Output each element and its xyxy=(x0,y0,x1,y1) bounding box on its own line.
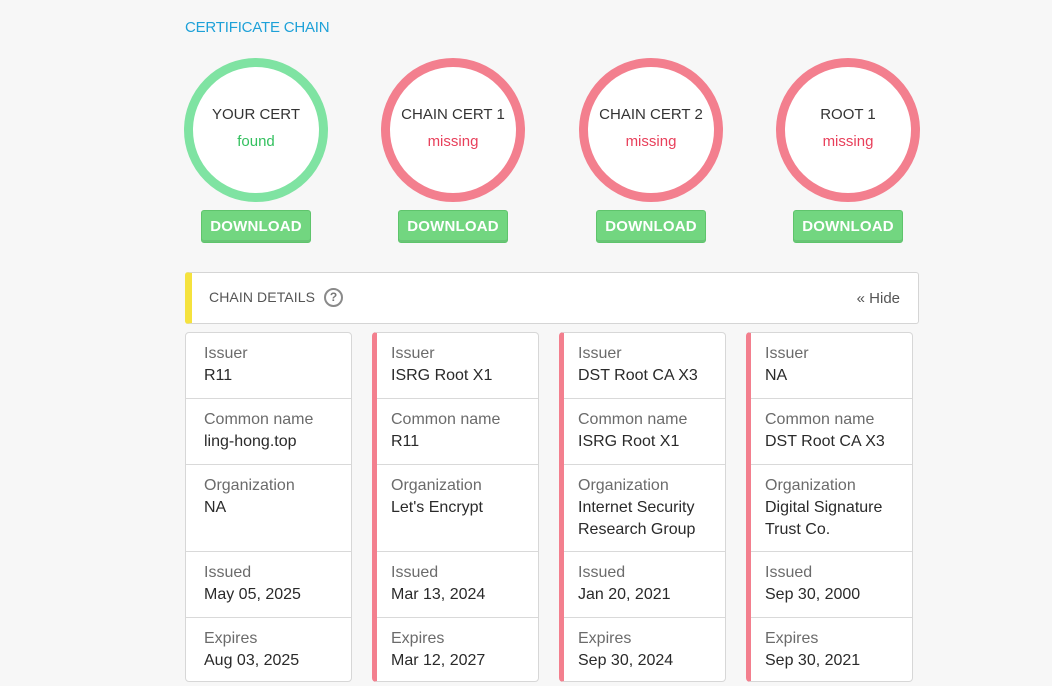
field-value: DST Root CA X3 xyxy=(578,367,698,384)
cert-status-ring: CHAIN CERT 1 missing xyxy=(381,58,525,202)
field-label: Expires xyxy=(391,630,445,647)
field-label: Organization xyxy=(765,477,856,494)
organization-cell: Organization Internet Security Research … xyxy=(564,465,725,552)
hide-details-link[interactable]: « Hide xyxy=(857,290,900,307)
chain-detail-column-chain-cert-2: Issuer DST Root CA X3 Common name ISRG R… xyxy=(559,332,726,682)
field-label: Issuer xyxy=(204,345,248,362)
field-label: Issued xyxy=(578,564,626,581)
field-value: Mar 12, 2027 xyxy=(391,652,486,669)
field-value: Digital Signature Trust Co. xyxy=(765,499,883,538)
field-label: Expires xyxy=(204,630,258,647)
expires-cell: Expires Sep 30, 2021 xyxy=(751,618,912,681)
common-name-cell: Common name DST Root CA X3 xyxy=(751,399,912,465)
issued-cell: Issued Jan 20, 2021 xyxy=(564,552,725,618)
expires-cell: Expires Sep 30, 2024 xyxy=(564,618,725,681)
cert-status: missing xyxy=(625,133,677,150)
download-button-chain-cert-2[interactable]: DOWNLOAD xyxy=(596,210,706,243)
field-value: R11 xyxy=(204,367,233,384)
cert-status: missing xyxy=(427,133,479,150)
cert-your-cert: YOUR CERT found DOWNLOAD xyxy=(184,58,328,243)
field-label: Organization xyxy=(391,477,482,494)
download-button-root-1[interactable]: DOWNLOAD xyxy=(793,210,903,243)
help-icon[interactable]: ? xyxy=(324,288,343,307)
issuer-cell: Issuer NA xyxy=(751,333,912,399)
common-name-cell: Common name ISRG Root X1 xyxy=(564,399,725,465)
issuer-cell: Issuer ISRG Root X1 xyxy=(377,333,538,399)
field-label: Common name xyxy=(765,411,875,428)
field-label: Issued xyxy=(765,564,813,581)
cert-status-ring: YOUR CERT found xyxy=(184,58,328,202)
certificate-chain-panel: { "section_title": "CERTIFICATE CHAIN", … xyxy=(0,0,1052,686)
field-label: Issuer xyxy=(578,345,622,362)
download-button-your-cert[interactable]: DOWNLOAD xyxy=(201,210,311,243)
cert-name: CHAIN CERT 2 xyxy=(599,106,703,123)
field-value: Sep 30, 2024 xyxy=(578,652,674,669)
field-label: Issued xyxy=(391,564,439,581)
chain-detail-column-chain-cert-1: Issuer ISRG Root X1 Common name R11 Orga… xyxy=(372,332,539,682)
organization-cell: Organization Digital Signature Trust Co. xyxy=(751,465,912,552)
cert-chain-cert-2: CHAIN CERT 2 missing DOWNLOAD xyxy=(579,58,723,243)
field-value: Internet Security Research Group xyxy=(578,499,696,538)
field-label: Issued xyxy=(204,564,252,581)
cert-status: missing xyxy=(822,133,874,150)
issuer-cell: Issuer DST Root CA X3 xyxy=(564,333,725,399)
chain-details-header: CHAIN DETAILS ? « Hide xyxy=(185,272,919,324)
field-label: Expires xyxy=(765,630,819,647)
field-label: Expires xyxy=(578,630,632,647)
field-label: Common name xyxy=(391,411,501,428)
section-title: CERTIFICATE CHAIN xyxy=(185,19,330,36)
chain-detail-column-root-1: Issuer NA Common name DST Root CA X3 Org… xyxy=(746,332,913,682)
field-label: Organization xyxy=(204,477,295,494)
cert-name: CHAIN CERT 1 xyxy=(401,106,505,123)
field-value: Sep 30, 2021 xyxy=(765,652,861,669)
field-value: Aug 03, 2025 xyxy=(204,652,300,669)
download-button-chain-cert-1[interactable]: DOWNLOAD xyxy=(398,210,508,243)
field-value: ISRG Root X1 xyxy=(578,433,680,450)
expires-cell: Expires Aug 03, 2025 xyxy=(186,618,351,681)
field-label: Organization xyxy=(578,477,669,494)
field-value: Jan 20, 2021 xyxy=(578,586,671,603)
field-value: ling-hong.top xyxy=(204,433,297,450)
cert-status-ring: CHAIN CERT 2 missing xyxy=(579,58,723,202)
field-label: Common name xyxy=(204,411,314,428)
cert-name: ROOT 1 xyxy=(820,106,876,123)
issued-cell: Issued May 05, 2025 xyxy=(186,552,351,618)
chain-details-title: CHAIN DETAILS xyxy=(209,289,316,305)
field-value: DST Root CA X3 xyxy=(765,433,885,450)
issued-cell: Issued Mar 13, 2024 xyxy=(377,552,538,618)
field-value: Mar 13, 2024 xyxy=(391,586,486,603)
organization-cell: Organization Let's Encrypt xyxy=(377,465,538,552)
cert-status-ring: ROOT 1 missing xyxy=(776,58,920,202)
field-value: ISRG Root X1 xyxy=(391,367,493,384)
issuer-cell: Issuer R11 xyxy=(186,333,351,399)
field-label: Issuer xyxy=(391,345,435,362)
issued-cell: Issued Sep 30, 2000 xyxy=(751,552,912,618)
organization-cell: Organization NA xyxy=(186,465,351,552)
cert-status: found xyxy=(237,133,275,150)
field-value: Let's Encrypt xyxy=(391,499,483,516)
field-value: NA xyxy=(765,367,788,384)
cert-name: YOUR CERT xyxy=(211,106,301,123)
expires-cell: Expires Mar 12, 2027 xyxy=(377,618,538,681)
common-name-cell: Common name R11 xyxy=(377,399,538,465)
common-name-cell: Common name ling-hong.top xyxy=(186,399,351,465)
field-value: Sep 30, 2000 xyxy=(765,586,861,603)
field-label: Common name xyxy=(578,411,688,428)
field-label: Issuer xyxy=(765,345,809,362)
cert-chain-cert-1: CHAIN CERT 1 missing DOWNLOAD xyxy=(381,58,525,243)
chain-detail-column-your-cert: Issuer R11 Common name ling-hong.top Org… xyxy=(185,332,352,682)
cert-root-1: ROOT 1 missing DOWNLOAD xyxy=(776,58,920,243)
field-value: May 05, 2025 xyxy=(204,586,301,603)
field-value: R11 xyxy=(391,433,420,450)
field-value: NA xyxy=(204,499,227,516)
